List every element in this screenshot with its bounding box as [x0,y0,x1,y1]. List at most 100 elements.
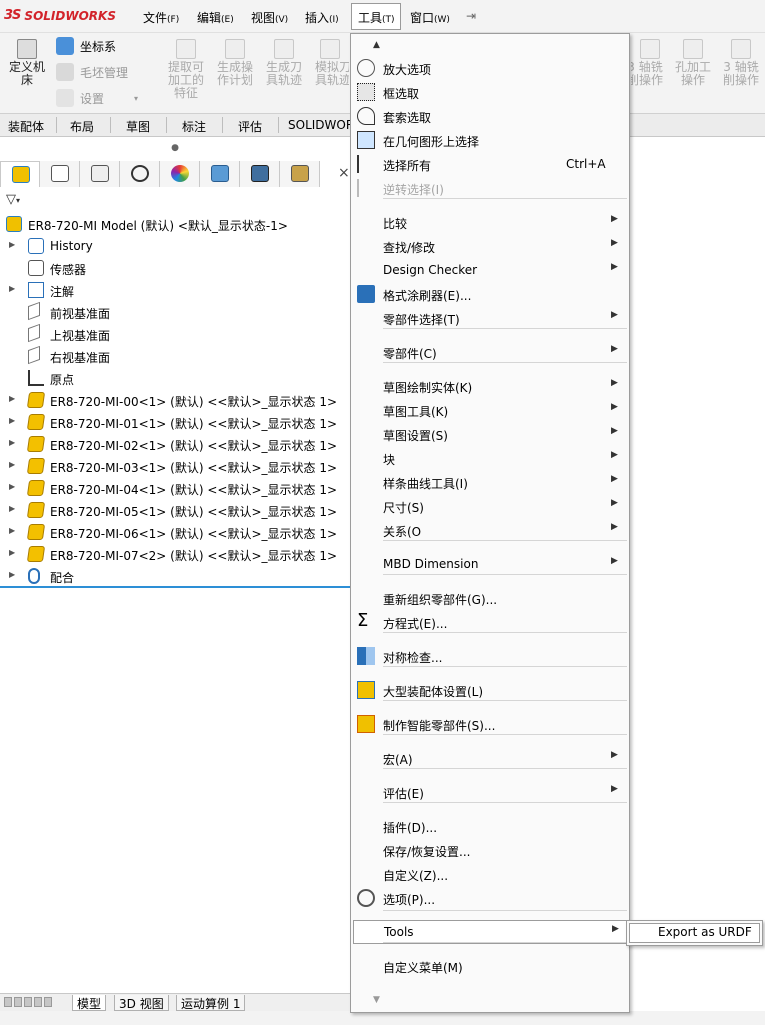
tree-root[interactable]: ER8-720-MI Model (默认) <默认_显示状态-1> [0,213,350,235]
expand-arrow-icon[interactable]: ▶ [9,438,15,447]
dropdown-item[interactable]: 插件(D)... [351,814,629,838]
expand-arrow-icon[interactable]: ▶ [9,526,15,535]
menu-insert[interactable]: 插入(I) [305,9,339,26]
menu-view[interactable]: 视图(V) [251,9,288,26]
axis3-turn-button[interactable]: 3 轴铣削操作 [718,39,764,87]
simulate-toolpath-button[interactable]: 模拟刀具轨迹 [311,39,349,87]
tab-configuration-manager[interactable] [80,161,120,187]
dropdown-item[interactable]: 框选取 [351,80,629,104]
tree-item[interactable]: ▶ ER8-720-MI-01<1> (默认) <<默认>_显示状态 1> [0,411,350,433]
dropdown-item[interactable]: 自定义菜单(M) [351,954,629,978]
tab-evaluate[interactable]: 评估 [238,118,262,135]
scroll-up-icon[interactable]: ▲ [373,40,380,50]
dropdown-item[interactable]: Tools ▶ [353,920,627,944]
dropdown-item[interactable]: 样条曲线工具(I) ▶ [351,470,629,494]
pin-icon[interactable]: ⇥ [466,9,476,23]
expand-arrow-icon[interactable]: ▶ [9,416,15,425]
tree-item[interactable]: ▶ ER8-720-MI-03<1> (默认) <<默认>_显示状态 1> [0,455,350,477]
tree-item[interactable]: ▶ ER8-720-MI-02<1> (默认) <<默认>_显示状态 1> [0,433,350,455]
dropdown-item[interactable]: 大型装配体设置(L) [351,678,629,702]
dropdown-item[interactable]: 块 ▶ [351,446,629,470]
scroll-first-button[interactable] [4,997,12,1007]
dropdown-item[interactable]: Σ 方程式(E)... [351,610,629,634]
hole-operation-button[interactable]: 孔加工操作 [671,39,715,87]
tab-cam-operation[interactable] [240,161,280,187]
dropdown-item[interactable]: 关系(O ▶ [351,518,629,542]
dropdown-item[interactable]: 对称检查... [351,644,629,668]
tree-item[interactable]: 原点 [0,367,350,389]
dropdown-item[interactable]: 草图设置(S) ▶ [351,422,629,446]
dropdown-item[interactable]: 比较 ▶ [351,210,629,234]
dropdown-item[interactable]: 草图工具(K) ▶ [351,398,629,422]
axis3-operation-button[interactable]: 3 轴铣削操作 [631,39,669,87]
expand-arrow-icon[interactable]: ▶ [9,504,15,513]
dropdown-item[interactable]: Design Checker ▶ [351,258,629,282]
extract-features-button[interactable]: 提取可加工的特征 [164,39,208,100]
tab-dimxpert[interactable] [120,161,160,187]
dropdown-item[interactable]: 套索选取 [351,104,629,128]
tab-sketch[interactable]: 草图 [126,118,150,135]
dropdown-item[interactable]: 零部件(C) ▶ [351,340,629,364]
tab-assembly[interactable]: 装配体 [8,118,44,135]
tree-item[interactable]: 右视基准面 [0,345,350,367]
expand-arrow-icon[interactable]: ▶ [9,460,15,469]
scroll-extra-button[interactable] [44,997,52,1007]
dropdown-item[interactable]: 重新组织零部件(G)... [351,586,629,610]
dropdown-item[interactable]: 选择所有 Ctrl+A [351,152,629,176]
tree-item[interactable]: 上视基准面 [0,323,350,345]
define-machine-button[interactable]: 定义机床 [6,39,48,87]
tab-cam-feature[interactable] [200,161,240,187]
tree-item[interactable]: ▶ ER8-720-MI-05<1> (默认) <<默认>_显示状态 1> [0,499,350,521]
tree-item[interactable]: ▶ ER8-720-MI-07<2> (默认) <<默认>_显示状态 1> [0,543,350,565]
tab-model[interactable]: 模型 [72,995,107,1011]
dropdown-item[interactable]: 格式涂刷器(E)... [351,282,629,306]
tree-item[interactable]: 前视基准面 [0,301,350,323]
scroll-down-icon[interactable]: ▼ [373,995,380,1005]
tree-item[interactable]: ▶ ER8-720-MI-06<1> (默认) <<默认>_显示状态 1> [0,521,350,543]
tab-motion-study[interactable]: 运动算例 1 [176,995,246,1011]
expand-arrow-icon[interactable]: ▶ [9,240,15,249]
menu-edit[interactable]: 编辑(E) [197,9,234,26]
scroll-last-button[interactable] [34,997,42,1007]
solidworks-logo[interactable]: 3S SOLIDWORKS [4,8,116,23]
generate-toolpath-button[interactable]: 生成刀具轨迹 [262,39,306,87]
tab-property-manager[interactable] [40,161,80,187]
scroll-prev-button[interactable] [14,997,22,1007]
dropdown-item[interactable]: 选项(P)... [351,886,629,910]
generate-plan-button[interactable]: 生成操作计划 [213,39,257,87]
close-panel[interactable]: × [320,161,350,187]
dropdown-item[interactable]: MBD Dimension ▶ [351,552,629,576]
expand-arrow-icon[interactable]: ▶ [9,548,15,557]
tab-cam-tools[interactable] [280,161,320,187]
tab-layout[interactable]: 布局 [70,118,94,135]
tree-item[interactable]: ▶ ER8-720-MI-04<1> (默认) <<默认>_显示状态 1> [0,477,350,499]
menu-window[interactable]: 窗口(W) [410,9,450,26]
dropdown-item[interactable]: 草图绘制实体(K) ▶ [351,374,629,398]
coordinate-system-button[interactable]: 坐标系 [56,37,116,55]
tree-item[interactable]: ▶ 配合 [0,565,350,587]
dropdown-item[interactable]: 零部件选择(T) ▶ [351,306,629,330]
dropdown-item[interactable]: 查找/修改 ▶ [351,234,629,258]
menu-tools-label[interactable]: 工具(T) [358,9,395,26]
dropdown-item[interactable]: 尺寸(S) ▶ [351,494,629,518]
tree-item[interactable]: ▶ 注解 [0,279,350,301]
panel-grip[interactable]: ● [0,143,350,157]
dropdown-item[interactable]: 宏(A) ▶ [351,746,629,770]
dropdown-item[interactable]: 放大选项 [351,56,629,80]
expand-arrow-icon[interactable]: ▶ [9,284,15,293]
setup-button[interactable]: 设置 ▾ [56,89,138,107]
dropdown-item[interactable]: 保存/恢复设置... [351,838,629,862]
tree-item[interactable]: 传感器 [0,257,350,279]
tree-item[interactable]: ▶ History [0,235,350,257]
dropdown-item[interactable]: 自定义(Z)... [351,862,629,886]
tree-item[interactable]: ▶ ER8-720-MI-00<1> (默认) <<默认>_显示状态 1> [0,389,350,411]
tab-display-manager[interactable] [160,161,200,187]
menu-file[interactable]: 文件(F) [143,9,179,26]
expand-arrow-icon[interactable]: ▶ [9,394,15,403]
tab-3d-view[interactable]: 3D 视图 [114,995,169,1011]
expand-arrow-icon[interactable]: ▶ [9,482,15,491]
expand-arrow-icon[interactable]: ▶ [9,570,15,579]
dropdown-item[interactable]: 逆转选择(I) [351,176,629,200]
dropdown-item[interactable]: 评估(E) ▶ [351,780,629,804]
filter-button[interactable]: ▽▾ [6,192,20,207]
